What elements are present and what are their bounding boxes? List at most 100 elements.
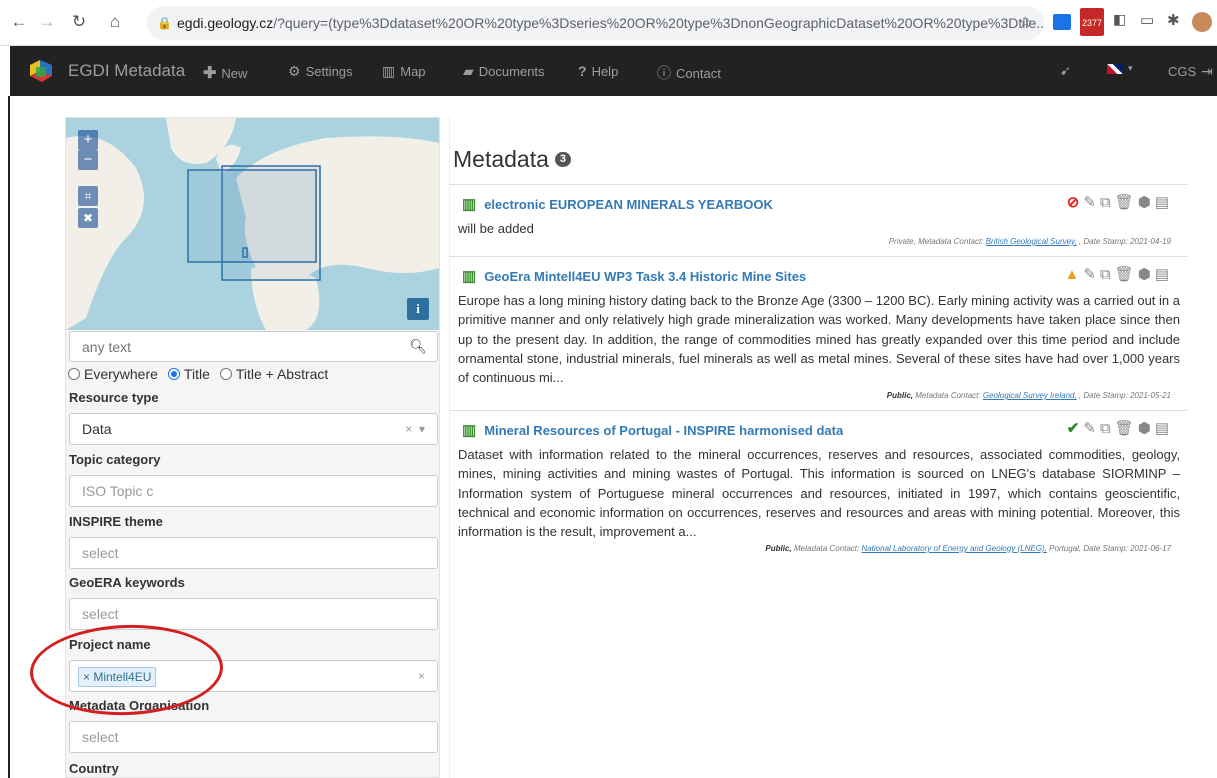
warning-icon[interactable]: ▲	[1065, 266, 1080, 283]
edit-pencil-icon[interactable]: ✎	[1083, 265, 1096, 283]
inspire-theme-input[interactable]: select	[69, 537, 438, 569]
search-icon[interactable]: 🔍︎	[409, 338, 427, 355]
code-file-icon[interactable]: ▤	[1155, 193, 1169, 211]
trash-icon[interactable]: 🗑	[1115, 419, 1134, 437]
clear-icon[interactable]: ×	[418, 661, 425, 691]
brand[interactable]: EGDI Metadata	[26, 57, 185, 85]
record-contact-link[interactable]: British Geological Survey,	[986, 237, 1077, 246]
results-count-badge: 3	[554, 152, 572, 167]
radio-circle-selected	[167, 368, 180, 380]
radio-everywhere[interactable]: Everywhere	[68, 366, 158, 382]
map-preview[interactable]: + − ⌗ ✖ i	[66, 118, 439, 330]
home-icon[interactable]: ⌂	[104, 12, 126, 32]
window-edge	[0, 96, 10, 778]
inspire-theme-label: INSPIRE theme	[69, 514, 163, 529]
record-country: Portugal,	[1049, 544, 1082, 553]
uk-flag-icon	[1107, 63, 1123, 74]
brand-title: EGDI Metadata	[68, 61, 186, 80]
code-file-icon[interactable]: ▤	[1155, 419, 1169, 437]
extension-2-icon[interactable]: ◧	[1113, 11, 1126, 33]
nav-settings-label: Settings	[305, 64, 353, 79]
topic-category-input[interactable]: ISO Topic c	[69, 475, 438, 507]
url-path: /?query=(type%3Ddataset%20OR%20type%3Dse…	[273, 15, 1044, 31]
nav-settings[interactable]: ⚙ Settings	[288, 63, 353, 80]
bookmark-star-icon[interactable]: ☆	[1019, 6, 1032, 40]
calendar-extension-icon[interactable]: 2377	[1080, 8, 1104, 36]
results-title: Metadata 3	[453, 146, 572, 173]
cube-icon[interactable]: ⬢	[1138, 265, 1151, 283]
address-bar[interactable]: 🔒 egdi.geology.cz/?query=(type%3Ddataset%…	[147, 6, 1044, 40]
trash-icon[interactable]: 🗑	[1115, 193, 1134, 211]
clear-caret-icon[interactable]: × ▾	[405, 414, 425, 444]
radio-everywhere-label: Everywhere	[84, 366, 158, 382]
language-selector[interactable]: ▾	[1107, 63, 1133, 74]
record-contact-link[interactable]: Geological Survey Ireland,	[983, 391, 1077, 400]
cube-icon[interactable]: ⬢	[1138, 419, 1151, 437]
profile-avatar[interactable]	[1192, 12, 1212, 32]
cast-icon[interactable]: ▭	[1140, 11, 1154, 33]
caret-down-icon: ▾	[1128, 63, 1133, 73]
record-date: Date Stamp: 2021-04-19	[1083, 237, 1171, 246]
nav-help[interactable]: ? Help	[578, 63, 618, 79]
radio-title-label: Title	[183, 366, 210, 382]
nav-documents[interactable]: ▰ Documents	[463, 63, 545, 80]
nav-contact-label: Contact	[676, 65, 721, 81]
record-title: Mineral Resources of Portugal - INSPIRE …	[484, 422, 844, 438]
record-title-link[interactable]: ▥ GeoEra Mintell4EU WP3 Task 3.4 Historic…	[462, 267, 806, 285]
rss-icon[interactable]: ➹	[1060, 63, 1071, 79]
record-meta: Private, Metadata Contact: British Geolo…	[889, 237, 1171, 246]
zoom-out-button[interactable]: −	[78, 150, 98, 170]
search-input[interactable]	[70, 332, 400, 361]
puzzle-icon[interactable]: ✱	[1167, 11, 1180, 33]
cube-icon[interactable]: ⬢	[1138, 193, 1151, 211]
record-title: GeoEra Mintell4EU WP3 Task 3.4 Historic …	[484, 268, 807, 284]
result-record: ▥ electronic EUROPEAN MINERALS YEARBOOK ⊘…	[449, 184, 1187, 256]
metadata-organisation-input[interactable]: select	[69, 721, 438, 753]
metadata-organisation-placeholder: select	[82, 729, 119, 745]
record-title-link[interactable]: ▥ electronic EUROPEAN MINERALS YEARBOOK	[462, 195, 773, 213]
record-contact-label: Metadata Contact:	[793, 544, 860, 553]
draw-extent-button[interactable]: ⌗	[78, 186, 98, 206]
forbidden-icon[interactable]: ⊘	[1067, 193, 1080, 211]
radio-title-abstract[interactable]: Title + Abstract	[219, 366, 328, 382]
resource-type-select[interactable]: Data × ▾	[69, 413, 438, 445]
search-box: 🔍︎	[69, 331, 438, 362]
reload-icon[interactable]: ↻	[68, 12, 90, 32]
radio-title[interactable]: Title	[167, 366, 210, 382]
topic-category-placeholder: ISO Topic c	[82, 483, 154, 499]
nav-map[interactable]: ▥ Map	[382, 63, 426, 80]
radio-circle	[219, 368, 232, 380]
geoera-keywords-placeholder: select	[82, 606, 119, 622]
result-record: ▥ Mineral Resources of Portugal - INSPIRE…	[449, 410, 1187, 560]
record-country: ,	[1078, 237, 1082, 246]
duplicate-icon[interactable]: ⧉	[1100, 194, 1111, 211]
resource-type-label: Resource type	[69, 390, 159, 405]
trash-icon[interactable]: 🗑	[1115, 265, 1134, 283]
gear-icon: ⚙	[288, 63, 301, 79]
code-file-icon[interactable]: ▤	[1155, 265, 1169, 283]
duplicate-icon[interactable]: ⧉	[1100, 420, 1111, 437]
record-access: Private,	[888, 237, 916, 246]
map-icon: ▥	[462, 268, 477, 285]
edit-pencil-icon[interactable]: ✎	[1083, 419, 1096, 437]
check-icon[interactable]: ✔	[1067, 419, 1080, 437]
map-icon: ▥	[462, 196, 477, 213]
nav-contact[interactable]: ⓘ Contact	[657, 63, 721, 83]
duplicate-icon[interactable]: ⧉	[1100, 266, 1111, 283]
book-icon: ▰	[463, 63, 474, 79]
result-record: ▥ GeoEra Mintell4EU WP3 Task 3.4 Historic…	[449, 256, 1187, 408]
extension-icon[interactable]	[1053, 14, 1071, 30]
forward-icon[interactable]: →	[36, 12, 58, 32]
back-icon[interactable]: ←	[8, 12, 30, 32]
app-navbar: EGDI Metadata ✚ New ⚙ Settings ▥ Map ▰ Docum…	[10, 46, 1217, 96]
edit-pencil-icon[interactable]: ✎	[1083, 193, 1096, 211]
record-title-link[interactable]: ▥ Mineral Resources of Portugal - INSPIRE…	[462, 421, 843, 439]
map-info-button[interactable]: i	[407, 298, 429, 320]
record-contact-link[interactable]: National Laboratory of Energy and Geolog…	[861, 544, 1046, 553]
nav-new[interactable]: ✚ New	[203, 63, 247, 83]
zoom-in-button[interactable]: +	[78, 130, 98, 150]
radio-circle	[68, 368, 80, 380]
record-access: Public,	[765, 544, 792, 553]
user-menu[interactable]: CGS ⇥	[1168, 63, 1213, 80]
clear-extent-button[interactable]: ✖	[78, 208, 98, 228]
